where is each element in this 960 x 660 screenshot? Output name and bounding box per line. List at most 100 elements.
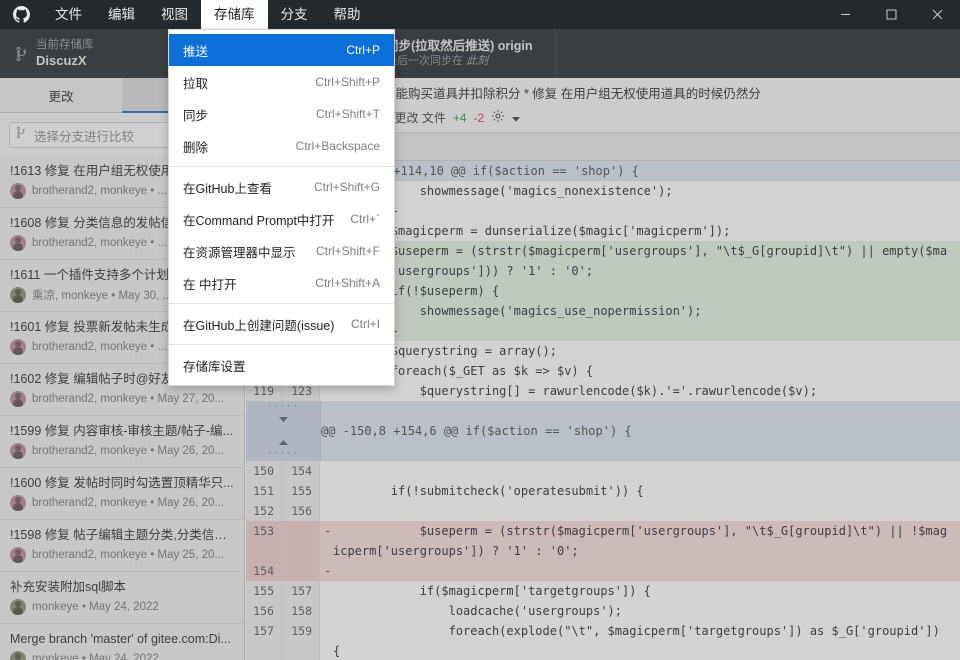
commit-title: !1598 修复 帖子编辑主题分类,分类信息I... xyxy=(10,527,234,543)
list-item[interactable]: !1599 修复 内容审核-审核主题/帖子-编... brotherand2, … xyxy=(0,416,244,468)
new-line-number xyxy=(282,561,320,581)
new-line-number: 156 xyxy=(282,501,320,521)
old-line-number: 152 xyxy=(246,501,282,521)
diff-row-context: 157 159 foreach(explode("\t", $magicperm… xyxy=(246,621,960,660)
diff-row-context: 155 157 if($magicperm['targetgroups']) { xyxy=(246,581,960,601)
commit-meta: monkeye • May 24, 2022 xyxy=(10,651,234,660)
list-item[interactable]: !1600 修复 发帖时同时勾选置顶精华只... brotherand2, mo… xyxy=(0,468,244,520)
sync-title: 同步(拉取然后推送) origin xyxy=(386,38,533,54)
diff-code: showmessage('magics_nonexistence'); xyxy=(333,181,960,201)
commit-author-date: brotherand2, monkeye • ... xyxy=(32,341,167,353)
chevron-down-icon[interactable] xyxy=(512,111,520,125)
menu-file[interactable]: 文件 xyxy=(42,0,95,29)
diff-marker xyxy=(320,601,333,621)
diff-code: showmessage('magics_use_nopermission'); xyxy=(333,301,960,321)
diff-hunk-header[interactable]: ····· ····· @@ -150,8 +154,6 @@ if($acti… xyxy=(246,401,960,461)
new-line-number: 159 xyxy=(282,621,320,660)
menu-view[interactable]: 视图 xyxy=(148,0,201,29)
branch-icon xyxy=(17,126,28,144)
avatar xyxy=(10,547,26,563)
maximize-button[interactable] xyxy=(868,0,914,29)
avatar xyxy=(10,287,26,303)
menu-edit[interactable]: 编辑 xyxy=(95,0,148,29)
menu-item-label: 在资源管理器中显示 xyxy=(183,242,296,261)
old-line-number: 154 xyxy=(246,561,282,581)
current-repository-label: 当前存储库 xyxy=(36,38,94,52)
additions-count: +4 xyxy=(453,111,467,125)
menu-item-accelerator: Ctrl+P xyxy=(346,43,380,57)
commit-meta: brotherand2, monkeye • May 26, 20... xyxy=(10,443,234,459)
menu-branch[interactable]: 分支 xyxy=(268,0,321,29)
avatar xyxy=(10,339,26,355)
list-item[interactable]: Merge branch 'master' of gitee.com:Di...… xyxy=(0,624,244,660)
menu-item-view-on-github[interactable]: 在GitHub上查看 Ctrl+Shift+G xyxy=(169,171,394,203)
diff-code: $querystring = array(); xyxy=(333,341,960,361)
minimize-button[interactable] xyxy=(822,0,868,29)
menu-item-push[interactable]: 推送 Ctrl+P xyxy=(169,34,394,66)
menu-item-accelerator: Ctrl+Shift+P xyxy=(315,75,380,89)
menu-separator xyxy=(169,166,394,167)
commit-author-date: 乘凉, monkeye • May 30, ... xyxy=(32,287,172,303)
commit-author-date: monkeye • May 24, 2022 xyxy=(32,653,159,660)
menu-item-remove[interactable]: 删除 Ctrl+Backspace xyxy=(169,130,394,162)
diff-row-deletion: 153 - $useperm = (strstr($magicperm['use… xyxy=(246,521,960,561)
diff-code: if(!$useperm) { xyxy=(333,281,960,301)
avatar xyxy=(10,599,26,615)
menu-item-accelerator: Ctrl+Backspace xyxy=(296,139,380,153)
menu-separator xyxy=(169,303,394,304)
menu-item-show-in-explorer[interactable]: 在资源管理器中显示 Ctrl+Shift+F xyxy=(169,235,394,267)
commit-author-date: brotherand2, monkeye • ... xyxy=(32,237,167,249)
sync-subtitle: 最后一次同步在 此刻 xyxy=(386,54,533,68)
gear-icon[interactable] xyxy=(491,109,505,126)
avatar xyxy=(10,235,26,251)
diff-marker xyxy=(320,461,333,481)
menu-item-accelerator: Ctrl+Shift+T xyxy=(316,107,380,121)
menu-help[interactable]: 帮助 xyxy=(321,0,374,29)
diff-marker xyxy=(320,621,333,660)
diff-row-context: 150 154 xyxy=(246,461,960,481)
commit-meta: monkeye • May 24, 2022 xyxy=(10,599,234,615)
title-bar: 文件 编辑 视图 存储库 分支 帮助 xyxy=(0,0,960,29)
menu-item-open-in-editor[interactable]: 在 中打开 Ctrl+Shift+A xyxy=(169,267,394,299)
expand-dots-icon: ····· xyxy=(267,452,299,457)
sync-texts: 同步(拉取然后推送) origin 最后一次同步在 此刻 xyxy=(386,38,533,69)
commit-author-date: monkeye • May 24, 2022 xyxy=(32,601,159,613)
new-line-number: 154 xyxy=(282,461,320,481)
menu-item-label: 存储库设置 xyxy=(183,356,246,375)
diff-marker xyxy=(320,581,333,601)
hunk-header-text: @@ -114,6 +114,10 @@ if($action == 'shop… xyxy=(321,161,960,181)
diff-code xyxy=(333,501,960,521)
new-line-number xyxy=(282,521,320,561)
diff-marker: - xyxy=(320,561,333,581)
menu-item-label: 同步 xyxy=(183,105,208,124)
close-button[interactable] xyxy=(914,0,960,29)
list-item[interactable]: 补充安装附加sql脚本 monkeye • May 24, 2022 xyxy=(0,572,244,624)
tab-changes[interactable]: 更改 xyxy=(0,78,122,112)
commit-meta: brotherand2, monkeye • May 26, 20... xyxy=(10,495,234,511)
old-line-number: 156 xyxy=(246,601,282,621)
menu-item-open-in-command-prompt[interactable]: 在Command Prompt中打开 Ctrl+` xyxy=(169,203,394,235)
list-item[interactable]: !1598 修复 帖子编辑主题分类,分类信息I... brotherand2, … xyxy=(0,520,244,572)
menu-item-accelerator: Ctrl+` xyxy=(350,212,380,226)
expand-dots-icon: ····· xyxy=(267,405,299,410)
menu-item-repository-settings[interactable]: 存储库设置 xyxy=(169,349,394,381)
diff-marker: - xyxy=(320,521,333,561)
avatar xyxy=(10,391,26,407)
menu-repository[interactable]: 存储库 xyxy=(201,0,268,29)
commit-title: !1599 修复 内容审核-审核主题/帖子-编... xyxy=(10,423,234,439)
menu-item-sync[interactable]: 同步 Ctrl+Shift+T xyxy=(169,98,394,130)
commit-author-date: brotherand2, monkeye • May 26, 20... xyxy=(32,445,224,457)
old-line-number: 150 xyxy=(246,461,282,481)
avatar xyxy=(10,495,26,511)
diff-code: } xyxy=(333,201,960,221)
menu-item-create-issue[interactable]: 在GitHub上创建问题(issue) Ctrl+I xyxy=(169,308,394,340)
menu-item-label: 删除 xyxy=(183,137,208,156)
commit-author-date: brotherand2, monkeye • May 25, 20... xyxy=(32,549,224,561)
diff-code: $querystring[] = rawurlencode($k).'='.ra… xyxy=(333,381,960,401)
expand-both-button[interactable]: ····· ····· xyxy=(246,401,321,461)
menu-item-pull[interactable]: 拉取 Ctrl+Shift+P xyxy=(169,66,394,98)
avatar xyxy=(10,443,26,459)
menu-item-accelerator: Ctrl+I xyxy=(351,317,380,331)
diff-code: if($magicperm['targetgroups']) { xyxy=(333,581,960,601)
repository-menu-dropdown: 推送 Ctrl+P 拉取 Ctrl+Shift+P 同步 Ctrl+Shift+… xyxy=(168,29,395,386)
